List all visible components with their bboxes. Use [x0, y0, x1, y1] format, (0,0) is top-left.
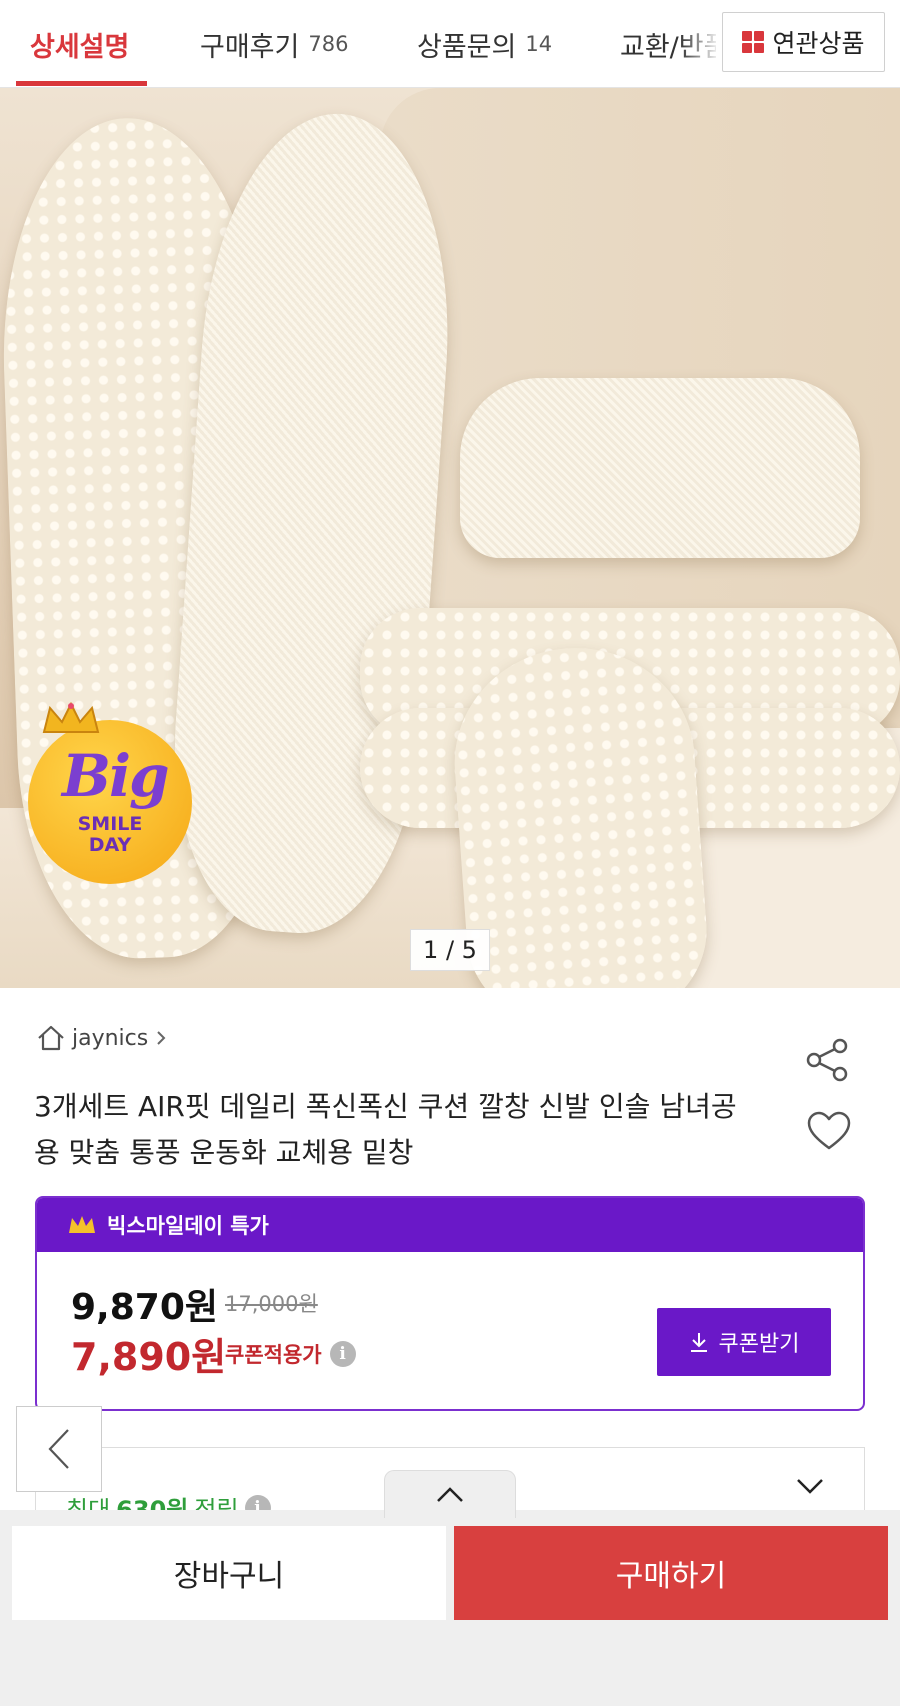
product-title: 3개세트 AIR핏 데일리 폭신폭신 쿠션 깔창 신발 인솔 남녀공용 맞춤 통…	[34, 1090, 737, 1169]
big-smile-day-badge: Big SMILE DAY	[26, 702, 194, 884]
buy-now-button[interactable]: 구매하기	[454, 1526, 888, 1620]
tab-qna-label: 상품문의	[417, 31, 517, 63]
download-icon	[690, 1333, 707, 1352]
chevron-up-icon	[437, 1486, 463, 1502]
get-coupon-label: 쿠폰받기	[718, 1332, 800, 1357]
related-products-label: 연관상품	[772, 29, 865, 58]
home-icon	[38, 1025, 64, 1051]
chevron-right-icon	[157, 1031, 166, 1045]
coupon-price: 7,890원	[71, 1335, 227, 1379]
tab-qna-count: 14	[525, 32, 553, 56]
grid-icon	[742, 31, 765, 53]
share-icon[interactable]	[804, 1036, 852, 1084]
shop-link[interactable]: jaynics	[36, 1024, 168, 1052]
promo-header: 빅스마일데이 특가	[37, 1198, 863, 1252]
image-counter: 1 / 5	[410, 929, 490, 971]
promo-header-label: 빅스마일데이 특가	[107, 1214, 269, 1238]
tab-bar: 상세설명 구매후기 786 상품문의 14 교환/반품 연관상품	[0, 0, 900, 88]
insole-illustration	[460, 378, 860, 558]
tab-reviews-label: 구매후기	[200, 31, 300, 63]
info-icon[interactable]: i	[329, 1341, 356, 1367]
previous-button[interactable]	[16, 1406, 102, 1492]
crown-icon	[42, 702, 100, 733]
heart-icon[interactable]	[806, 1110, 852, 1152]
get-coupon-button[interactable]: 쿠폰받기	[657, 1308, 831, 1376]
chevron-down-icon[interactable]	[795, 1476, 825, 1496]
add-to-cart-button[interactable]: 장바구니	[12, 1526, 446, 1620]
tab-reviews-count: 786	[308, 32, 349, 56]
collapse-handle[interactable]	[384, 1470, 516, 1518]
active-tab-indicator	[16, 81, 147, 86]
sale-price: 9,870원	[71, 1287, 218, 1328]
related-products-button[interactable]: 연관상품	[722, 12, 885, 72]
tab-detail[interactable]: 상세설명	[30, 0, 129, 88]
promo-box: 빅스마일데이 특가 9,870원 17,000원 7,890원 쿠폰적용가 i …	[35, 1196, 865, 1411]
tab-detail-label: 상세설명	[30, 31, 130, 63]
tab-qna[interactable]: 상품문의 14	[417, 0, 552, 88]
cart-label: 장바구니	[173, 1559, 285, 1594]
buy-label: 구매하기	[615, 1559, 727, 1594]
badge-line2: DAY	[88, 834, 132, 856]
chevron-left-icon	[48, 1429, 69, 1469]
tab-fade	[680, 0, 720, 86]
shop-name: jaynics	[72, 1025, 149, 1051]
original-price: 17,000원	[225, 1292, 318, 1316]
badge-line1: SMILE	[77, 813, 143, 835]
badge-sub-text: SMILE DAY	[26, 814, 194, 856]
tab-reviews[interactable]: 구매후기 786	[200, 0, 348, 88]
coupon-note: 쿠폰적용가 i	[225, 1339, 356, 1369]
badge-big-text: Big	[62, 742, 170, 810]
crown-icon	[69, 1216, 95, 1233]
coupon-note-label: 쿠폰적용가	[225, 1343, 322, 1367]
